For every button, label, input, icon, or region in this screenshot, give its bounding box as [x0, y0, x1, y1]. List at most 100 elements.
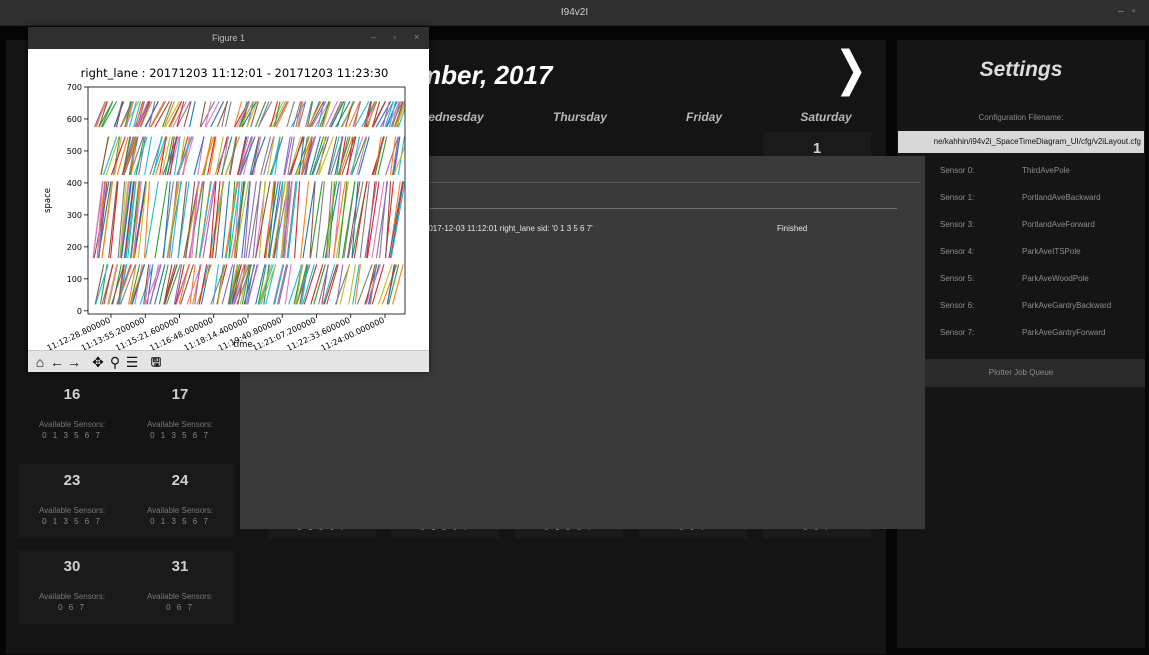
day-number: 24 — [171, 472, 189, 489]
day-cell[interactable]: 31 Available Sensors: 0 6 7 — [126, 550, 234, 624]
sensor-label: Available Sensors: — [38, 420, 106, 429]
day-cell[interactable]: 17 Available Sensors: 0 1 3 5 6 7 — [126, 378, 234, 452]
month-title: mber, 2017 — [418, 60, 553, 90]
settings-title: Settings — [979, 58, 1063, 81]
sensor-name: PortlandAveForward — [1022, 220, 1095, 229]
back-icon[interactable]: ← — [49, 353, 65, 371]
sensor-label: Sensor 6: — [940, 301, 975, 310]
day-cell[interactable]: 16 Available Sensors: 0 1 3 5 6 7 — [18, 378, 126, 452]
figure-toolbar: ⌂ ← → ✥ ⚲ ☰ 🖫 — [28, 350, 429, 372]
trajectory-line — [388, 181, 404, 259]
next-month-button[interactable]: ❯ — [831, 44, 871, 96]
y-tick-label: 0 — [77, 307, 82, 316]
sensor-list: 0 6 7 — [166, 603, 194, 612]
space-time-plot: right_lane : 20171203 11:12:01 - 2017120… — [43, 66, 406, 350]
sensor-label: Available Sensors: — [38, 592, 106, 601]
trajectory-line — [207, 136, 216, 176]
sensor-label: Sensor 7: — [940, 328, 975, 337]
trajectory-line — [364, 181, 378, 259]
trajectory-line — [115, 101, 124, 128]
x-axis-label: time — [233, 340, 252, 350]
day-number: 1 — [812, 140, 822, 157]
sensor-name: PortlandAveBackward — [1022, 193, 1101, 202]
home-icon[interactable]: ⌂ — [32, 353, 48, 371]
maximize-icon[interactable]: ▫ — [393, 32, 396, 42]
sensor-name: ThirdAvePole — [1022, 166, 1070, 175]
sensor-label: Sensor 0: — [940, 166, 975, 175]
day-number: 23 — [63, 472, 81, 489]
figure-titlebar: Figure 1 – ▫ × — [28, 27, 429, 49]
y-tick-label: 700 — [67, 83, 82, 92]
minimize-icon[interactable]: – — [371, 32, 376, 42]
dow-thursday: Thursday — [552, 110, 607, 124]
sensor-label: Sensor 3: — [940, 220, 975, 229]
maximize-icon[interactable]: ▫ — [1132, 6, 1136, 17]
trajectory-line — [101, 101, 118, 128]
sensor-label: Available Sensors: — [146, 420, 214, 429]
y-tick-label: 400 — [67, 179, 82, 188]
day-cell[interactable]: 30 Available Sensors: 0 6 7 — [18, 550, 126, 624]
window-titlebar: I94v2I – ▫ — [0, 0, 1149, 26]
job-status: Finished — [777, 224, 808, 233]
sensor-name: ParkAveGantryBackward — [1022, 301, 1112, 310]
config-filename-input[interactable]: ne/kahhin/i94v2i_SpaceTimeDiagram_UI/cfg… — [898, 131, 1144, 153]
y-axis-label: space — [43, 188, 53, 213]
config-filename-label: Configuration Filename: — [978, 113, 1064, 122]
trajectory-line — [290, 136, 304, 176]
sensor-list: 0 1 3 5 6 7 — [150, 517, 210, 526]
y-tick-label: 200 — [67, 243, 82, 252]
configure-icon[interactable]: ☰ — [124, 353, 140, 371]
day-number: 30 — [63, 558, 81, 575]
dow-saturday: Saturday — [800, 110, 852, 124]
window-title: I94v2I — [560, 7, 589, 18]
dow-friday: Friday — [685, 110, 722, 124]
sensor-row: Sensor 1: PortlandAveBackward — [897, 184, 1145, 211]
trajectory-line — [348, 264, 357, 305]
sensor-row: Sensor 7: ParkAveGantryForward — [897, 319, 1145, 346]
trajectory-line — [100, 136, 109, 176]
sensor-name: ParkAveWoodPole — [1022, 274, 1089, 283]
settings-panel: Settings Configuration Filename: ne/kahh… — [897, 40, 1145, 648]
trajectory-line — [94, 264, 105, 305]
trajectory-line — [255, 181, 271, 259]
sensor-list: 0 1 3 5 6 7 — [42, 431, 102, 440]
sensor-row: Sensor 6: ParkAveGantryBackward — [897, 292, 1145, 319]
day-cell[interactable]: 23 Available Sensors: 0 1 3 5 6 7 — [18, 464, 126, 538]
trajectory-line — [272, 264, 284, 305]
sensor-label: Available Sensors: — [38, 506, 106, 515]
y-tick-label: 300 — [67, 211, 82, 220]
trajectory-line — [323, 264, 338, 305]
chart-title: right_lane : 20171203 11:12:01 - 2017120… — [81, 66, 389, 80]
day-number: 16 — [63, 386, 81, 403]
sensor-name: ParkAveGantryForward — [1022, 328, 1106, 337]
sensor-row: Sensor 5: ParkAveWoodPole — [897, 265, 1145, 292]
y-tick-label: 600 — [67, 115, 82, 124]
day-number: 31 — [171, 558, 189, 575]
zoom-icon[interactable]: ⚲ — [107, 353, 123, 371]
sensor-name: ParkAveITSPole — [1022, 247, 1081, 256]
job-description[interactable]: m 2017-12-03 11:12:01 right_lane sid: '0… — [415, 224, 593, 233]
trajectory-line — [366, 181, 380, 259]
trajectories — [92, 101, 405, 305]
plotter-job-queue-button[interactable]: Plotter Job Queue — [897, 359, 1145, 387]
sensor-label: Available Sensors: — [146, 592, 214, 601]
forward-icon[interactable]: → — [66, 353, 82, 371]
sensor-list: 0 6 7 — [58, 603, 86, 612]
sensor-row: Sensor 4: ParkAveITSPole — [897, 238, 1145, 265]
pan-icon[interactable]: ✥ — [90, 353, 106, 371]
sensor-label: Sensor 4: — [940, 247, 975, 256]
matplotlib-figure-window: Figure 1 – ▫ × right_lane : 20171203 11:… — [28, 27, 429, 372]
minimize-icon[interactable]: – — [1118, 6, 1124, 17]
close-icon[interactable]: × — [414, 32, 419, 42]
sensor-label: Available Sensors: — [146, 506, 214, 515]
save-icon[interactable]: 🖫 — [148, 353, 164, 371]
trajectory-line — [258, 264, 274, 305]
trajectory-line — [229, 136, 238, 176]
figure-title: Figure 1 — [211, 33, 246, 43]
sensor-row: Sensor 0: ThirdAvePole — [897, 157, 1145, 184]
day-cell[interactable]: 24 Available Sensors: 0 1 3 5 6 7 — [126, 464, 234, 538]
y-tick-label: 100 — [67, 275, 82, 284]
sensor-label: Sensor 1: — [940, 193, 975, 202]
trajectory-line — [275, 101, 289, 128]
trajectory-line — [103, 264, 114, 305]
